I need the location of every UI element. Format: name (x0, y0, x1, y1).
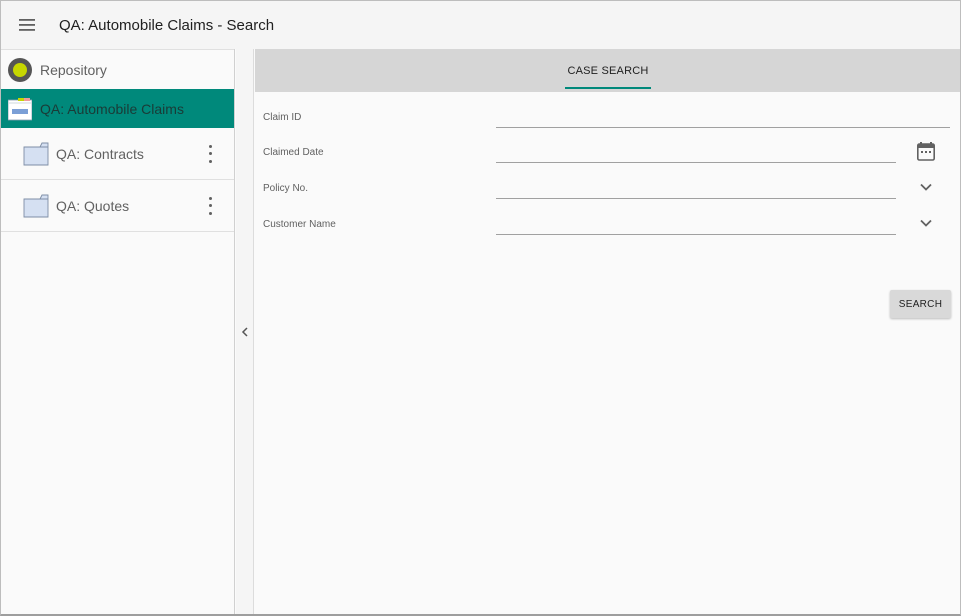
field-underline (496, 198, 896, 199)
chevron-left-icon (241, 327, 249, 337)
folder-icon (23, 142, 49, 166)
field-label: Claim ID (263, 112, 301, 123)
customer-name-input[interactable] (496, 213, 896, 233)
tab-active-indicator (565, 87, 651, 89)
sidebar-item-quotes[interactable]: QA: Quotes (1, 180, 234, 232)
claimed-date-input[interactable] (496, 141, 896, 161)
field-label: Policy No. (263, 183, 308, 194)
folder-open-icon (8, 97, 32, 121)
tab-case-search[interactable]: CASE SEARCH (565, 49, 651, 92)
field-underline (496, 234, 896, 235)
search-button[interactable]: SEARCH (890, 290, 951, 318)
sidebar-item-label: QA: Automobile Claims (40, 101, 184, 117)
tab-label: CASE SEARCH (567, 65, 648, 77)
field-claim-id: Claim ID (255, 100, 960, 136)
menu-button[interactable] (1, 1, 53, 49)
folder-icon (23, 194, 49, 218)
field-customer-name: Customer Name (255, 207, 960, 243)
repository-row[interactable]: Repository (1, 49, 234, 89)
chevron-down-icon (920, 219, 932, 227)
sidebar-collapse-handle[interactable] (236, 49, 254, 614)
app-window: QA: Automobile Claims - Search Repositor… (0, 0, 961, 616)
sidebar-item-contracts[interactable]: QA: Contracts (1, 128, 234, 180)
field-policy-no: Policy No. (255, 171, 960, 207)
repository-status-icon (8, 58, 32, 82)
page-title: QA: Automobile Claims - Search (59, 17, 274, 34)
field-underline (496, 162, 896, 163)
sidebar-item-label: QA: Contracts (56, 146, 144, 162)
field-label: Customer Name (263, 219, 336, 230)
calendar-icon (917, 142, 935, 161)
sidebar: Repository QA: Automobile Claims QA: Con… (1, 49, 235, 614)
main-panel: CASE SEARCH Claim ID Claimed Date (255, 49, 960, 614)
claim-id-input[interactable] (496, 106, 950, 126)
sidebar-item-label: QA: Quotes (56, 198, 129, 214)
calendar-button[interactable] (916, 141, 936, 161)
more-vert-icon[interactable] (206, 145, 214, 163)
app-bar: QA: Automobile Claims - Search (1, 1, 960, 49)
field-claimed-date: Claimed Date (255, 135, 960, 171)
hamburger-menu-icon (19, 19, 35, 31)
policy-no-input[interactable] (496, 177, 896, 197)
chevron-down-icon (920, 183, 932, 191)
tab-bar: CASE SEARCH (255, 49, 960, 92)
sidebar-item-automobile-claims[interactable]: QA: Automobile Claims (1, 89, 234, 128)
more-vert-icon[interactable] (206, 197, 214, 215)
repository-label: Repository (40, 62, 107, 78)
field-underline (496, 127, 950, 128)
field-label: Claimed Date (263, 147, 324, 158)
customer-name-dropdown-button[interactable] (916, 213, 936, 233)
policy-no-dropdown-button[interactable] (916, 177, 936, 197)
